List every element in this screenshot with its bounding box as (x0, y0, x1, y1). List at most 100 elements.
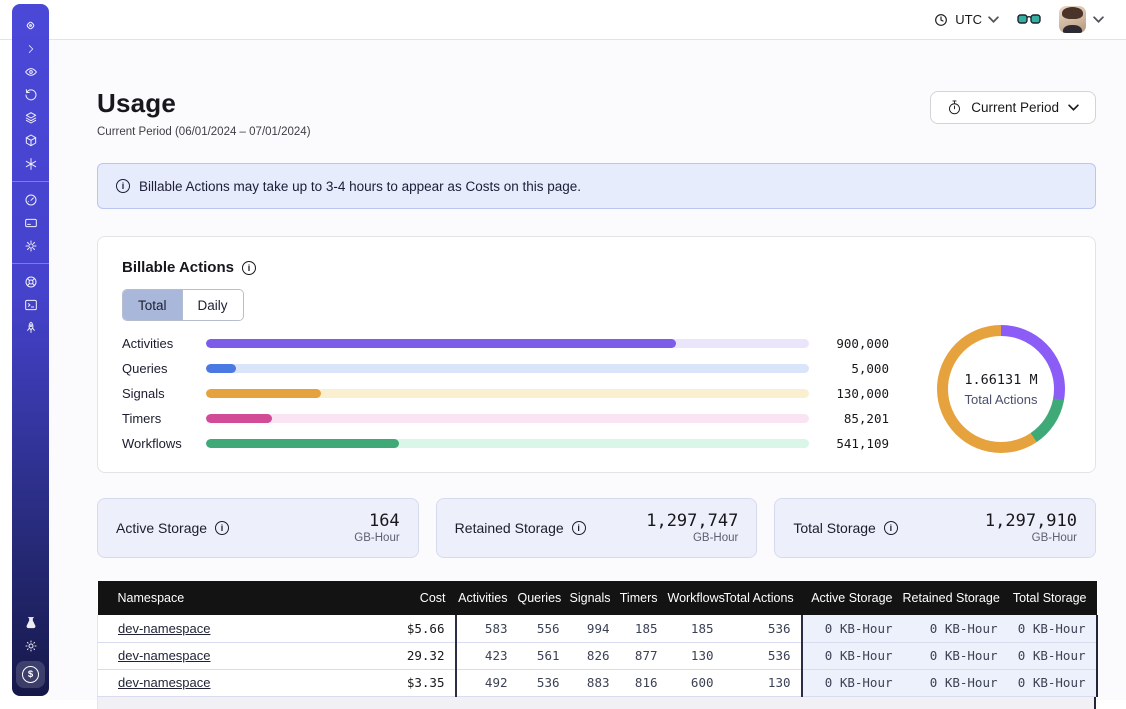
support-lifebuoy-icon[interactable] (12, 270, 49, 293)
bar-fill (206, 389, 321, 398)
getting-started-rocket-icon[interactable] (12, 316, 49, 339)
labs-flask-icon[interactable] (12, 611, 49, 634)
period-button-label: Current Period (971, 100, 1059, 115)
bar-track (206, 439, 809, 448)
total-actions-donut-chart: 1.66131 M Total Actions (937, 325, 1065, 453)
cell-total_storage: 0 KB-Hour (1008, 669, 1097, 696)
namespaces-eye-icon[interactable] (12, 60, 49, 83)
settings-gear-icon[interactable] (12, 234, 49, 257)
cell-cost: $5.66 (370, 615, 456, 642)
timezone-label: UTC (955, 12, 982, 27)
cell-active_storage: 0 KB-Hour (802, 615, 903, 642)
cell-workflows: 130 (668, 642, 724, 669)
bar-fill (206, 364, 236, 373)
namespace-link[interactable]: dev-namespace (118, 621, 211, 636)
usage-dollar-nav-active[interactable]: $ (16, 661, 45, 688)
sidebar-nav: $ (12, 4, 49, 696)
cell-total_actions: 536 (724, 642, 802, 669)
cell-workflows: 600 (668, 669, 724, 696)
bar-fill (206, 414, 272, 423)
cell-cost: 29.32 (370, 642, 456, 669)
theme-sun-icon[interactable] (12, 634, 49, 657)
period-dropdown-button[interactable]: Current Period (930, 91, 1096, 124)
layers-icon[interactable] (12, 106, 49, 129)
billing-card-icon[interactable] (12, 211, 49, 234)
cell-activities: 492 (456, 669, 518, 696)
info-banner: i Billable Actions may take up to 3-4 ho… (97, 163, 1096, 209)
retained-storage-label: Retained Storage (455, 520, 564, 536)
tab-total[interactable]: Total (123, 290, 182, 320)
usage-dollar-icon: $ (22, 666, 39, 683)
bar-value: 130,000 (819, 386, 889, 401)
table-overflow-row (97, 697, 1096, 709)
cell-total_actions: 536 (724, 615, 802, 642)
info-icon[interactable]: i (884, 521, 898, 535)
column-header-cost: Cost (370, 581, 456, 615)
column-header-namespace: Namespace (98, 581, 370, 615)
info-icon[interactable]: i (116, 179, 130, 193)
sidebar-divider (12, 263, 49, 264)
user-menu[interactable] (1059, 6, 1104, 33)
usage-gauge-icon[interactable] (12, 188, 49, 211)
bar-track (206, 339, 809, 348)
bar-row: Workflows541,109 (122, 438, 889, 448)
info-icon[interactable]: i (242, 261, 256, 275)
active-storage-value: 164 (354, 512, 399, 531)
info-icon[interactable]: i (572, 521, 586, 535)
column-header-retained_storage: Retained Storage (903, 581, 1008, 615)
cell-activities: 423 (456, 642, 518, 669)
temporal-logo-icon[interactable] (12, 14, 49, 37)
clock-icon (933, 12, 949, 28)
tab-daily[interactable]: Daily (182, 290, 243, 320)
billable-actions-card: Billable Actions i Total Daily Activitie… (97, 236, 1096, 473)
chevron-down-icon (988, 16, 999, 23)
bar-row: Timers 85,201 (122, 413, 889, 423)
stopwatch-icon (947, 99, 962, 116)
cell-active_storage: 0 KB-Hour (802, 642, 903, 669)
nexus-cube-icon[interactable] (12, 129, 49, 152)
storage-summary-row: Active Storagei 164 GB-Hour Retained Sto… (97, 498, 1096, 558)
cell-timers: 185 (620, 615, 668, 642)
page-subtitle: Current Period (06/01/2024 – 07/01/2024) (97, 126, 311, 138)
column-header-active_storage: Active Storage (802, 581, 903, 615)
bar-track (206, 389, 809, 398)
cell-queries: 536 (518, 669, 570, 696)
column-header-activities: Activities (456, 581, 518, 615)
bar-label: Activities (122, 336, 196, 351)
table-row: dev-namespace$5.665835569941851855360 KB… (98, 615, 1097, 642)
cell-workflows: 185 (668, 615, 724, 642)
cell-queries: 556 (518, 615, 570, 642)
column-header-queries: Queries (518, 581, 570, 615)
main-content: Usage Current Period (06/01/2024 – 07/01… (49, 40, 1126, 700)
cell-timers: 877 (620, 642, 668, 669)
namespace-link[interactable]: dev-namespace (118, 648, 211, 663)
billable-bar-chart: Activities900,000Queries5,000Signals130,… (122, 338, 889, 448)
feedback-glasses-button[interactable] (1017, 12, 1041, 27)
retained-storage-unit: GB-Hour (646, 532, 738, 544)
bar-fill (206, 339, 676, 348)
column-header-signals: Signals (570, 581, 620, 615)
glasses-icon (1017, 12, 1041, 27)
bar-track (206, 414, 809, 423)
avatar[interactable] (1059, 6, 1086, 33)
bar-label: Timers (122, 411, 196, 426)
cell-signals: 826 (570, 642, 620, 669)
namespace-link[interactable]: dev-namespace (118, 675, 211, 690)
bar-fill (206, 439, 399, 448)
timezone-selector[interactable]: UTC (933, 12, 999, 28)
page-title: Usage (97, 88, 311, 119)
table-header-row: NamespaceCostActivitiesQueriesSignalsTim… (98, 581, 1097, 615)
bar-label: Signals (122, 386, 196, 401)
cli-terminal-icon[interactable] (12, 293, 49, 316)
bar-value: 85,201 (819, 411, 889, 426)
asterisk-icon[interactable] (12, 152, 49, 175)
chevron-down-icon (1093, 16, 1104, 23)
info-icon[interactable]: i (215, 521, 229, 535)
total-storage-label: Total Storage (793, 520, 876, 536)
namespace-usage-table: NamespaceCostActivitiesQueriesSignalsTim… (97, 581, 1096, 709)
history-icon[interactable] (12, 83, 49, 106)
retained-storage-card: Retained Storagei 1,297,747 GB-Hour (436, 498, 758, 558)
bar-value: 5,000 (819, 361, 889, 376)
table-row: dev-namespace29.324235618268771305360 KB… (98, 642, 1097, 669)
expand-chevron-icon[interactable] (12, 37, 49, 60)
